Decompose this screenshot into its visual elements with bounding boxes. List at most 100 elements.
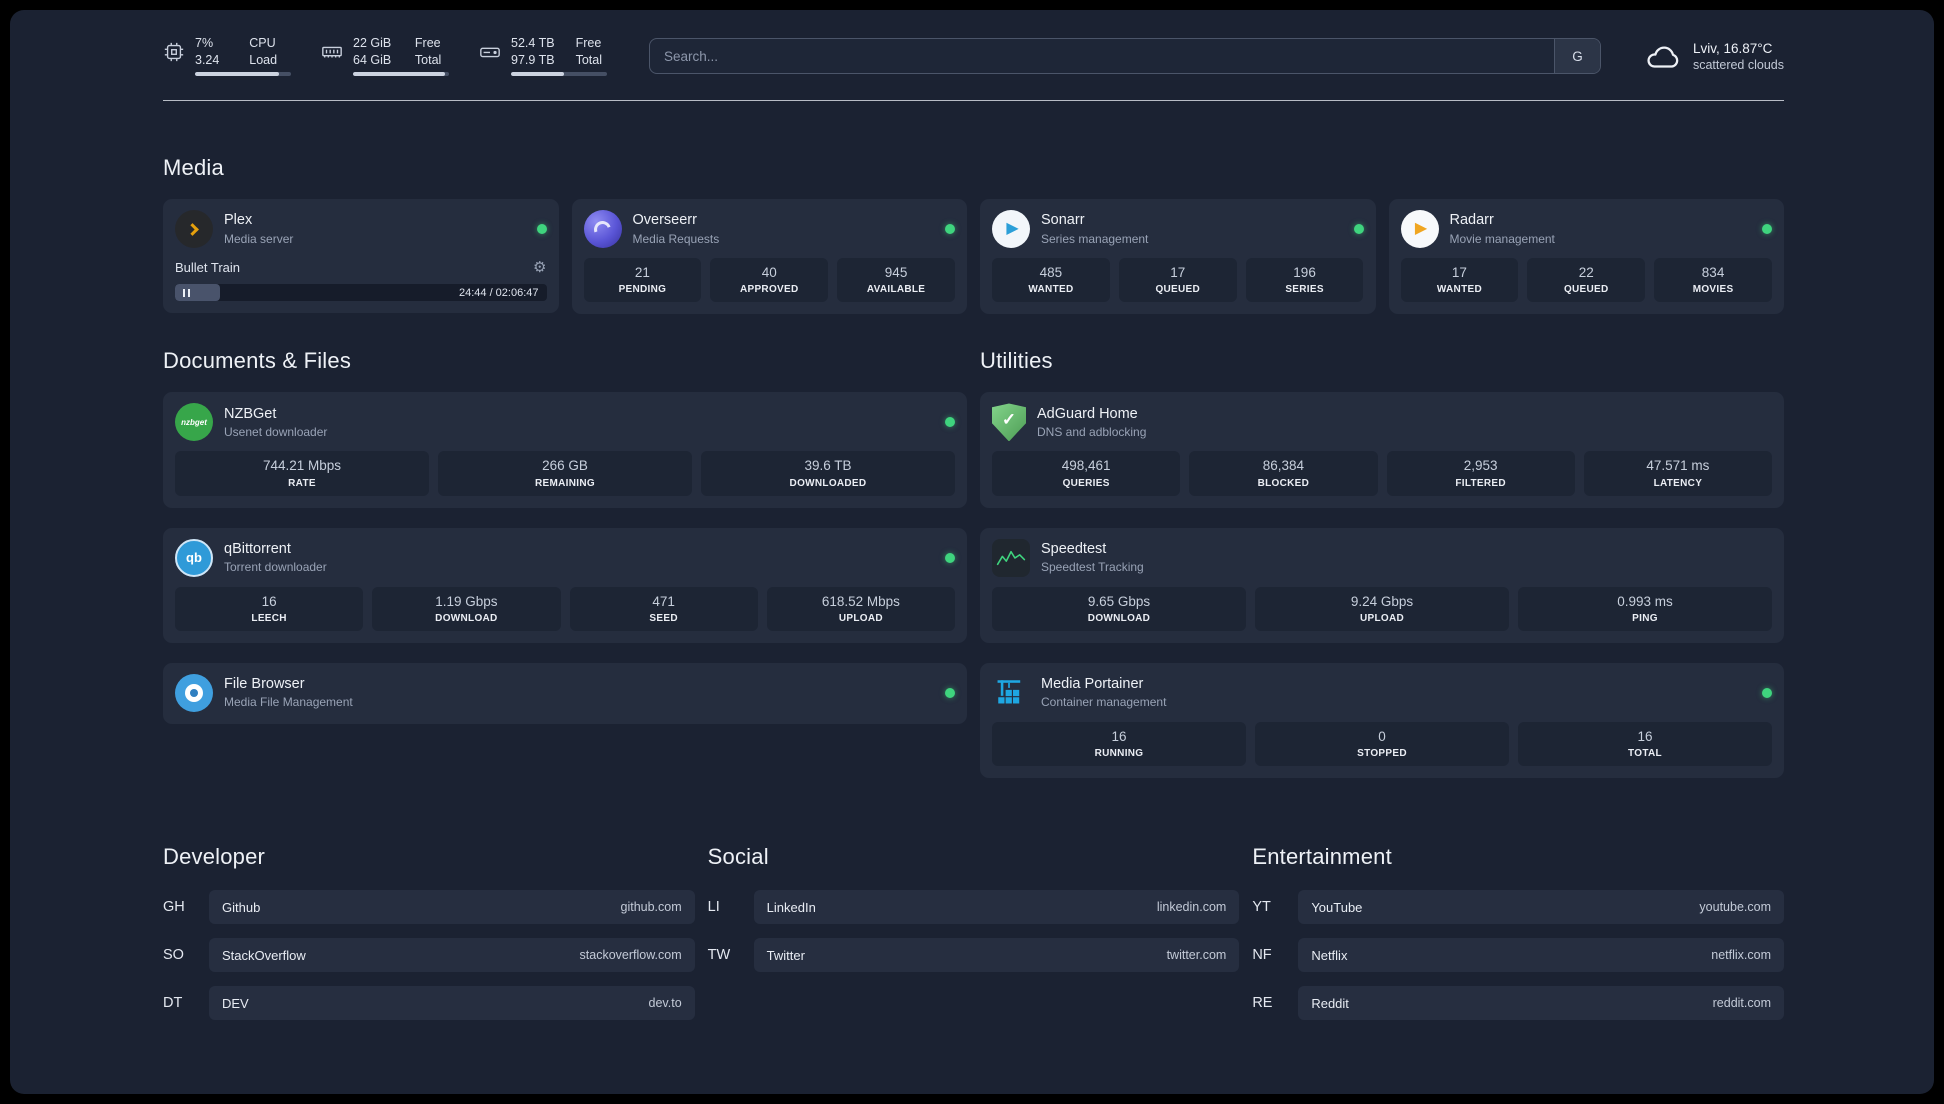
speedtest-waveform-icon bbox=[992, 538, 1030, 577]
cloud-icon bbox=[1643, 41, 1681, 71]
service-name: Plex bbox=[224, 212, 253, 229]
stat-tile: 0 STOPPED bbox=[1255, 721, 1509, 766]
cpu-bar-fill bbox=[195, 72, 280, 77]
bookmark-row: TW Twitter twitter.com bbox=[708, 938, 1240, 972]
disk-stats: 52.4 TB Free 97.9 TB Total bbox=[511, 36, 607, 77]
service-card-speedtest[interactable]: Speedtest Speedtest Tracking 9.65 Gbps D… bbox=[980, 527, 1784, 643]
service-name: Sonarr bbox=[1041, 212, 1085, 229]
stat-tile: 40 APPROVED bbox=[710, 258, 829, 303]
bookmark-abbr: NF bbox=[1252, 947, 1272, 963]
stat-tile: 485 WANTED bbox=[992, 258, 1110, 303]
service-description: Media Requests bbox=[632, 231, 720, 246]
bookmark-abbr: GH bbox=[163, 899, 185, 915]
stat-tile: 266 GB REMAINING bbox=[438, 451, 692, 496]
stat-tile: 0.993 ms PING bbox=[1518, 586, 1772, 631]
adguard-shield-icon: ✓ bbox=[992, 403, 1026, 442]
stat-tile: 498,461 QUERIES bbox=[992, 451, 1181, 496]
service-description: Media File Management bbox=[224, 695, 353, 710]
disk-icon bbox=[479, 41, 501, 63]
service-name: Speedtest bbox=[1041, 540, 1107, 557]
memory-bar-fill bbox=[353, 72, 446, 77]
bookmark-row: YT YouTube youtube.com bbox=[1252, 890, 1784, 924]
bookmark-row: RE Reddit reddit.com bbox=[1252, 986, 1784, 1020]
bookmark-link-netflix[interactable]: Netflix netflix.com bbox=[1298, 938, 1784, 972]
stat-tile: 16 RUNNING bbox=[992, 721, 1246, 766]
status-dot bbox=[945, 224, 955, 235]
service-description: Series management bbox=[1041, 231, 1149, 246]
service-card-qbittorrent[interactable]: qb qBittorrent Torrent downloader 16 LEE… bbox=[163, 527, 967, 643]
cpu-usage-value: 7% bbox=[195, 36, 214, 50]
cpu-load-value: 3.24 bbox=[195, 52, 220, 67]
search-provider-button[interactable]: G bbox=[1553, 39, 1600, 74]
search-input[interactable] bbox=[650, 39, 1554, 74]
plex-icon bbox=[175, 210, 213, 249]
stat-tile: 39.6 TB DOWNLOADED bbox=[701, 451, 955, 496]
service-description: Container management bbox=[1041, 695, 1167, 710]
status-dot bbox=[1762, 687, 1772, 698]
cpu-icon bbox=[163, 41, 185, 63]
stat-tile: 17 QUEUED bbox=[1118, 258, 1237, 303]
bookmark-link-linkedin[interactable]: LinkedIn linkedin.com bbox=[753, 890, 1240, 924]
service-name: qBittorrent bbox=[224, 540, 291, 557]
bookmark-link-stackoverflow[interactable]: StackOverflow stackoverflow.com bbox=[209, 938, 695, 972]
status-dot bbox=[1353, 224, 1364, 235]
stat-tile: 16 LEECH bbox=[175, 586, 364, 631]
status-dot bbox=[945, 687, 955, 698]
disk-bar bbox=[511, 72, 607, 77]
cpu-widget: 7% CPU 3.24 Load bbox=[163, 36, 291, 77]
bookmark-link-twitter[interactable]: Twitter twitter.com bbox=[753, 938, 1240, 972]
service-card-overseerr[interactable]: Overseerr Media Requests 21 PENDING 40 A… bbox=[571, 199, 967, 315]
search-bar: G bbox=[649, 38, 1601, 75]
cpu-bar bbox=[195, 72, 291, 77]
section-utilities: Utilities ✓ AdGuard Home DNS and adblock… bbox=[980, 348, 1784, 778]
stat-tile: 196 SERIES bbox=[1245, 258, 1364, 303]
stat-tile: 21 PENDING bbox=[583, 258, 702, 303]
cpu-usage-label: CPU bbox=[249, 36, 276, 50]
stat-tile: 86,384 BLOCKED bbox=[1189, 451, 1378, 496]
service-description: Movie management bbox=[1449, 231, 1555, 246]
topbar: 7% CPU 3.24 Load 22 GiB Free 64 GiB Tota… bbox=[163, 36, 1784, 77]
service-card-sonarr[interactable]: ▶ Sonarr Series management 485 WANTED 17… bbox=[980, 199, 1376, 315]
bookmark-row: NF Netflix netflix.com bbox=[1252, 938, 1784, 972]
bookmark-link-reddit[interactable]: Reddit reddit.com bbox=[1298, 986, 1784, 1020]
service-name: Radarr bbox=[1449, 212, 1494, 229]
resource-widgets: 7% CPU 3.24 Load 22 GiB Free 64 GiB Tota… bbox=[163, 36, 607, 77]
weather-location: Lviv, 16.87°C bbox=[1692, 40, 1773, 56]
weather-condition: scattered clouds bbox=[1692, 57, 1784, 72]
disk-bar-fill bbox=[511, 72, 564, 77]
playback-progress-bar[interactable]: 24:44 / 02:06:47 bbox=[175, 284, 547, 302]
disk-free-value: 52.4 TB bbox=[511, 36, 555, 50]
stat-tile: 22 QUEUED bbox=[1527, 258, 1646, 303]
service-card-nzbget[interactable]: nzbget NZBGet Usenet downloader 744.21 M… bbox=[163, 392, 967, 508]
service-card-portainer[interactable]: Media Portainer Container management 16 … bbox=[980, 662, 1784, 778]
stat-tile: 945 AVAILABLE bbox=[837, 258, 955, 303]
bookmark-link-github[interactable]: Github github.com bbox=[209, 890, 695, 924]
service-card-radarr[interactable]: ▶ Radarr Movie management 17 WANTED 22 Q… bbox=[1388, 199, 1784, 315]
gear-icon[interactable]: ⚙ bbox=[533, 260, 546, 275]
now-playing-title: Bullet Train bbox=[175, 260, 241, 276]
service-card-adguard[interactable]: ✓ AdGuard Home DNS and adblocking 498,46… bbox=[980, 392, 1784, 508]
service-name: File Browser bbox=[224, 675, 305, 692]
service-card-filebrowser[interactable]: File Browser Media File Management bbox=[163, 662, 967, 724]
bookmark-row: SO StackOverflow stackoverflow.com bbox=[163, 938, 695, 972]
stat-tile: 1.19 Gbps DOWNLOAD bbox=[372, 586, 561, 631]
bookmark-row: LI LinkedIn linkedin.com bbox=[708, 890, 1240, 924]
dashboard: 7% CPU 3.24 Load 22 GiB Free 64 GiB Tota… bbox=[10, 10, 1934, 1094]
bookmark-abbr: TW bbox=[707, 947, 731, 963]
stat-tile: 9.24 Gbps UPLOAD bbox=[1255, 586, 1509, 631]
filebrowser-icon bbox=[175, 673, 213, 712]
memory-widget: 22 GiB Free 64 GiB Total bbox=[321, 36, 449, 77]
bookmark-link-dev[interactable]: DEV dev.to bbox=[209, 986, 695, 1020]
memory-free-label: Free bbox=[414, 36, 441, 50]
header-divider bbox=[163, 100, 1784, 102]
pause-icon[interactable] bbox=[183, 288, 190, 297]
bookmark-link-youtube[interactable]: YouTube youtube.com bbox=[1298, 890, 1784, 924]
service-description: DNS and adblocking bbox=[1037, 424, 1147, 439]
service-card-plex[interactable]: Plex Media server Bullet Train ⚙ 24:44 /… bbox=[163, 199, 559, 314]
bookmark-row: GH Github github.com bbox=[163, 890, 695, 924]
memory-free-value: 22 GiB bbox=[353, 36, 392, 50]
portainer-crane-icon bbox=[992, 674, 1030, 712]
service-name: Media Portainer bbox=[1041, 675, 1144, 692]
status-dot bbox=[1762, 224, 1772, 235]
weather-widget[interactable]: Lviv, 16.87°C scattered clouds bbox=[1643, 41, 1784, 72]
